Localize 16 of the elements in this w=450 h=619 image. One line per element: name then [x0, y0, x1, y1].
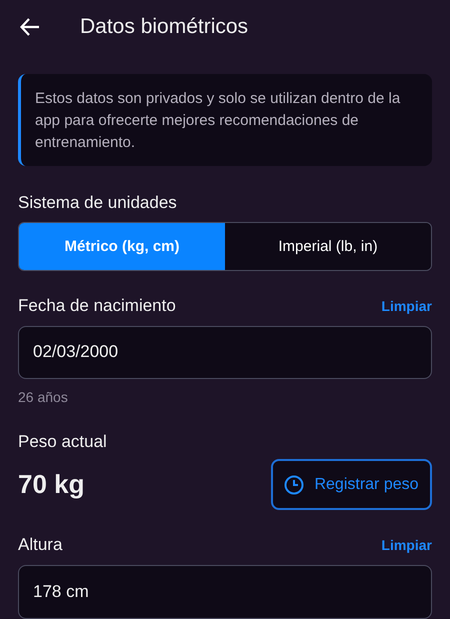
field-label: Altura — [18, 535, 62, 556]
field-label: Fecha de nacimiento — [18, 296, 176, 316]
height-field[interactable]: 178 cm — [18, 565, 432, 619]
page-title: Datos biométricos — [80, 14, 248, 39]
info-note: Estos datos son privados y solo se utilizan dentro de la app para ofrecerte mejores recomendaciones de entrenamiento. — [18, 74, 432, 166]
clear-link[interactable]: Limpiar — [381, 298, 432, 314]
back-arrow-icon — [20, 18, 40, 36]
age-text: 26 años — [18, 389, 69, 406]
field-label: Peso actual — [18, 432, 107, 452]
field-label: Sistema de unidades — [18, 192, 177, 213]
clock-icon — [284, 474, 304, 495]
clear-link[interactable]: Limpiar — [381, 537, 432, 554]
weight-value: 70 kg — [18, 469, 84, 500]
date-field[interactable]: 02/03/2000 — [18, 326, 432, 380]
register-weight-button[interactable]: Registrar peso — [271, 459, 432, 510]
unit-option[interactable]: Métrico (kg, cm) — [19, 222, 225, 270]
